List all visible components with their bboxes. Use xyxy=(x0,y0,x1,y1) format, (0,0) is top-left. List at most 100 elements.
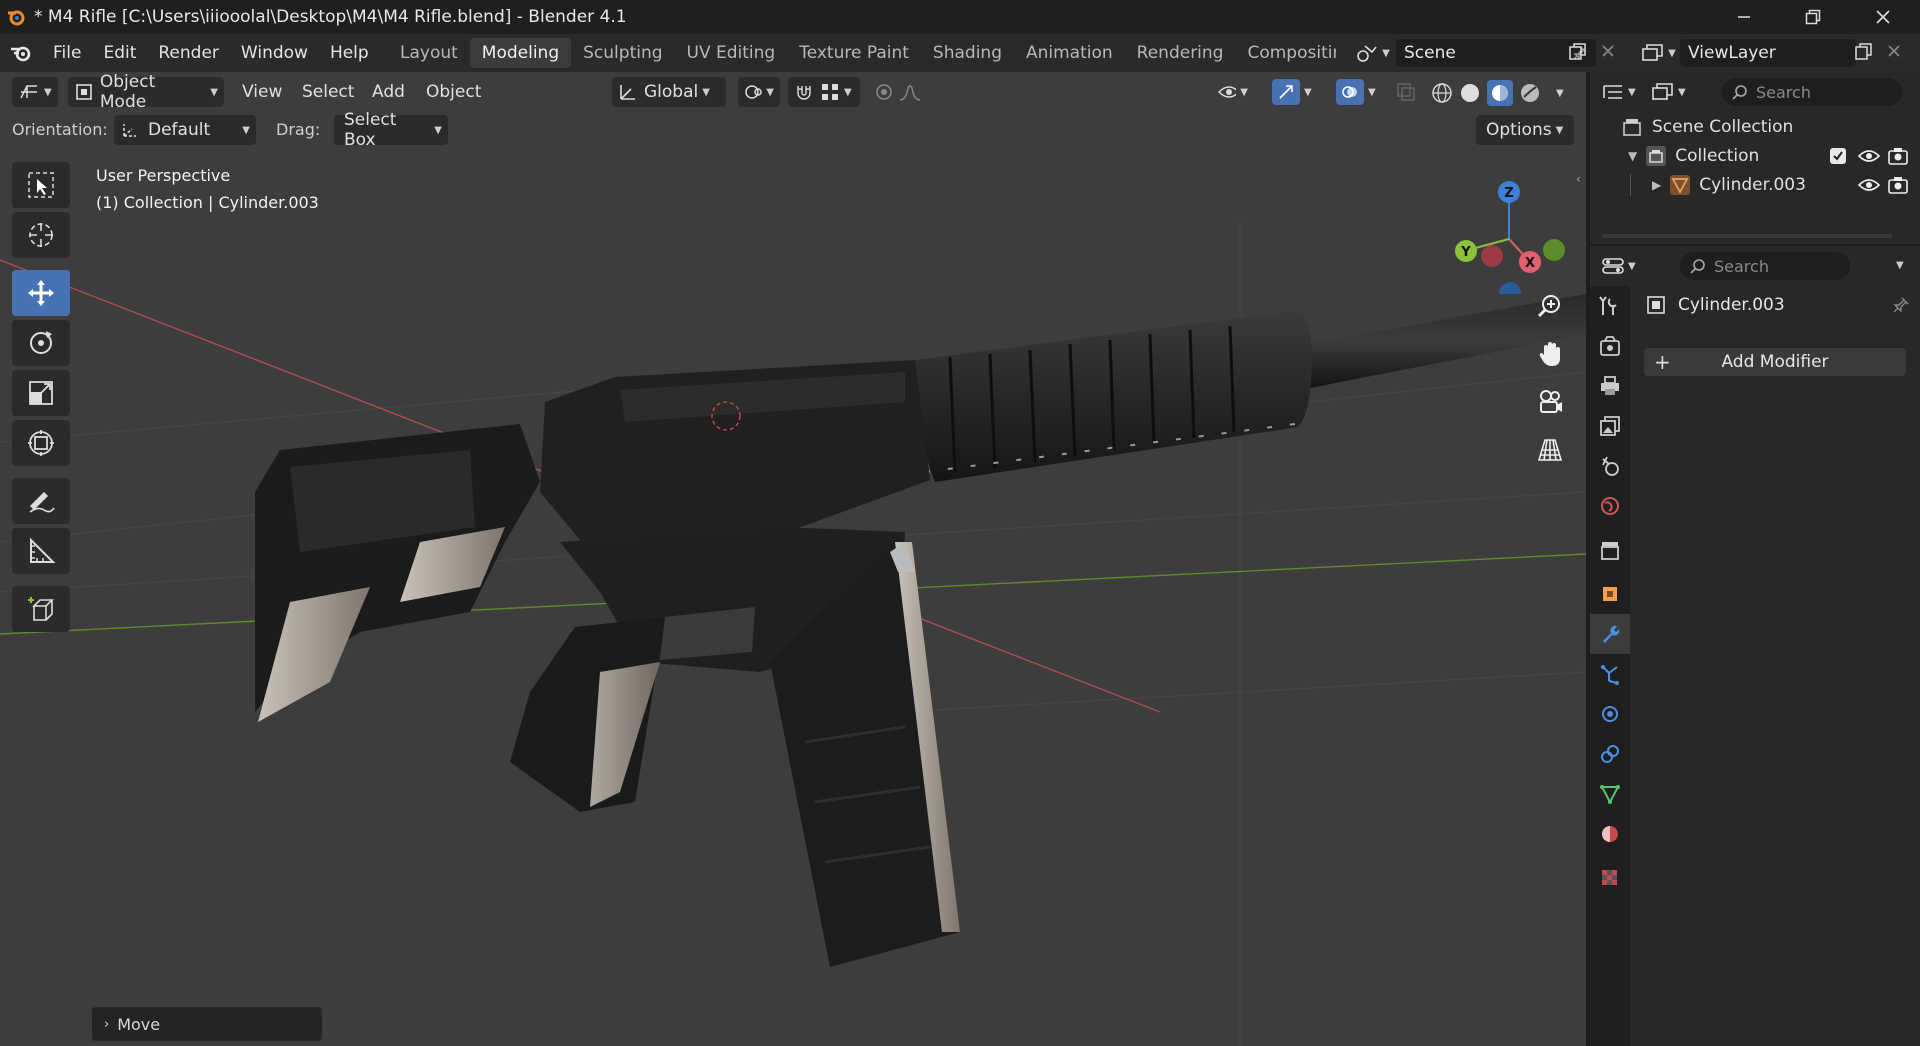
tab-animation[interactable]: Animation xyxy=(1014,38,1125,68)
scene-name-field[interactable]: Scene xyxy=(1396,39,1596,67)
3d-viewport[interactable]: ▼ Object Mode ▼ View Select Add Object Gl… xyxy=(0,72,1586,1046)
render-camera-icon[interactable] xyxy=(1888,176,1908,194)
menu-object[interactable]: Object xyxy=(420,77,487,107)
tab-compositing[interactable]: Compositing xyxy=(1235,38,1336,68)
tab-constraints[interactable] xyxy=(1590,734,1630,774)
eye-icon[interactable] xyxy=(1858,177,1880,193)
navigation-gizmo[interactable]: Z Y X xyxy=(1444,164,1574,294)
menu-view[interactable]: View xyxy=(236,77,288,107)
delete-view-layer-button[interactable] xyxy=(1886,43,1906,63)
tab-layout[interactable]: Layout xyxy=(388,38,470,68)
tab-object[interactable] xyxy=(1590,574,1630,614)
sidebar-toggle-arrow[interactable]: ‹ xyxy=(1576,172,1581,186)
scale-tool[interactable] xyxy=(12,370,70,416)
mode-dropdown[interactable]: Object Mode ▼ xyxy=(68,72,224,112)
select-box-tool[interactable] xyxy=(12,162,70,208)
tab-modifiers[interactable] xyxy=(1590,614,1630,654)
view-layer-field[interactable]: ViewLayer xyxy=(1680,39,1856,67)
menu-select[interactable]: Select xyxy=(296,77,360,107)
menu-help[interactable]: Help xyxy=(319,34,380,72)
tab-collection[interactable] xyxy=(1590,530,1630,570)
last-operator-panel[interactable]: › Move xyxy=(92,1007,322,1041)
properties-search-input[interactable]: Search xyxy=(1680,252,1850,280)
outliner-editor-type[interactable]: ▼ xyxy=(1602,78,1642,106)
exclude-checkbox[interactable] xyxy=(1830,147,1846,164)
object-visibility-dropdown[interactable]: ▼ xyxy=(1212,77,1254,107)
display-mode-dropdown[interactable]: ▼ xyxy=(1652,78,1700,106)
orientation-dropdown[interactable]: Default ▼ xyxy=(114,115,256,145)
tab-uv-editing[interactable]: UV Editing xyxy=(675,38,788,68)
move-tool[interactable] xyxy=(12,270,70,316)
properties-editor-type[interactable]: ▼ xyxy=(1602,252,1642,280)
gizmo-toggle[interactable]: ▼ xyxy=(1266,77,1318,107)
rotate-tool[interactable] xyxy=(12,320,70,366)
drag-dropdown[interactable]: Select Box ▼ xyxy=(334,110,448,150)
add-modifier-button[interactable]: + Add Modifier xyxy=(1644,348,1906,376)
menu-render[interactable]: Render xyxy=(147,34,230,72)
tab-tool[interactable] xyxy=(1590,286,1630,326)
transform-orientation-dropdown[interactable]: Global ▼ xyxy=(612,77,726,107)
xray-toggle[interactable] xyxy=(1396,82,1420,106)
chevron-right-icon[interactable]: ▶ xyxy=(1652,178,1661,192)
editor-type-button[interactable]: ▼ xyxy=(12,77,58,107)
perspective-toggle-button[interactable] xyxy=(1530,430,1570,470)
measure-tool[interactable] xyxy=(12,528,70,574)
outliner-search-input[interactable]: Search xyxy=(1722,78,1902,106)
render-camera-icon[interactable] xyxy=(1888,147,1908,165)
eye-icon[interactable] xyxy=(1858,148,1880,164)
chevron-down-icon[interactable]: ▼ xyxy=(1628,149,1637,163)
new-scene-button[interactable] xyxy=(1568,42,1590,64)
tab-material[interactable] xyxy=(1590,814,1630,854)
pan-button[interactable] xyxy=(1530,334,1570,374)
shading-options-dropdown[interactable]: ▼ xyxy=(1556,88,1564,99)
blender-menu-button[interactable] xyxy=(0,34,42,72)
annotate-tool[interactable] xyxy=(12,478,70,524)
overlays-toggle[interactable]: ▼ xyxy=(1330,77,1382,107)
zoom-button[interactable] xyxy=(1530,286,1570,326)
snapping-controls[interactable]: ▼ xyxy=(788,77,860,107)
tab-data[interactable] xyxy=(1590,774,1630,814)
tab-shading[interactable]: Shading xyxy=(921,38,1014,68)
tab-modeling[interactable]: Modeling xyxy=(469,38,572,68)
outliner-scrollbar[interactable] xyxy=(1602,234,1892,238)
tab-texture-paint[interactable]: Texture Paint xyxy=(787,38,921,68)
pin-icon[interactable] xyxy=(1892,296,1910,314)
menu-window[interactable]: Window xyxy=(230,34,319,72)
properties-options-dropdown[interactable]: ▼ xyxy=(1896,260,1904,271)
tab-particles[interactable] xyxy=(1590,654,1630,694)
rendered-shading-icon[interactable] xyxy=(1519,82,1541,104)
menu-file[interactable]: File xyxy=(42,34,92,72)
viewport-scene[interactable] xyxy=(0,72,1586,1046)
menu-edit[interactable]: Edit xyxy=(92,34,147,72)
pivot-point-dropdown[interactable]: ▼ xyxy=(738,77,780,107)
tab-render[interactable] xyxy=(1590,326,1630,366)
scene-browse-button[interactable]: ▼ xyxy=(1348,38,1398,68)
options-dropdown[interactable]: Options ▼ xyxy=(1476,115,1574,145)
close-button[interactable] xyxy=(1853,0,1913,34)
tab-physics[interactable] xyxy=(1590,694,1630,734)
proportional-editing-controls[interactable] xyxy=(868,77,940,107)
add-cube-tool[interactable] xyxy=(12,586,70,632)
material-preview-shading-icon[interactable] xyxy=(1487,80,1513,106)
tab-view-layer[interactable] xyxy=(1590,406,1630,446)
solid-shading-icon[interactable] xyxy=(1459,82,1481,104)
maximize-button[interactable] xyxy=(1783,0,1843,34)
transform-tool[interactable] xyxy=(12,420,70,466)
tab-output[interactable] xyxy=(1590,366,1630,406)
minimize-button[interactable] xyxy=(1714,0,1774,34)
tab-texture[interactable] xyxy=(1590,858,1630,898)
menu-add[interactable]: Add xyxy=(366,77,411,107)
tab-scene[interactable] xyxy=(1590,446,1630,486)
wireframe-shading-icon[interactable] xyxy=(1431,82,1453,104)
view-layer-browse-button[interactable]: ▼ xyxy=(1636,38,1682,68)
tab-rendering[interactable]: Rendering xyxy=(1125,38,1236,68)
tree-scene-collection[interactable]: Scene Collection xyxy=(1590,112,1920,141)
camera-view-button[interactable] xyxy=(1530,382,1570,422)
new-view-layer-button[interactable] xyxy=(1854,42,1876,64)
tab-world[interactable] xyxy=(1590,486,1630,526)
delete-scene-button[interactable] xyxy=(1600,43,1620,63)
tree-collection[interactable]: ▼ Collection xyxy=(1590,141,1920,170)
tree-object-cylinder[interactable]: ▶ Cylinder.003 xyxy=(1590,170,1920,199)
cursor-tool[interactable] xyxy=(12,212,70,258)
tab-sculpting[interactable]: Sculpting xyxy=(571,38,674,68)
